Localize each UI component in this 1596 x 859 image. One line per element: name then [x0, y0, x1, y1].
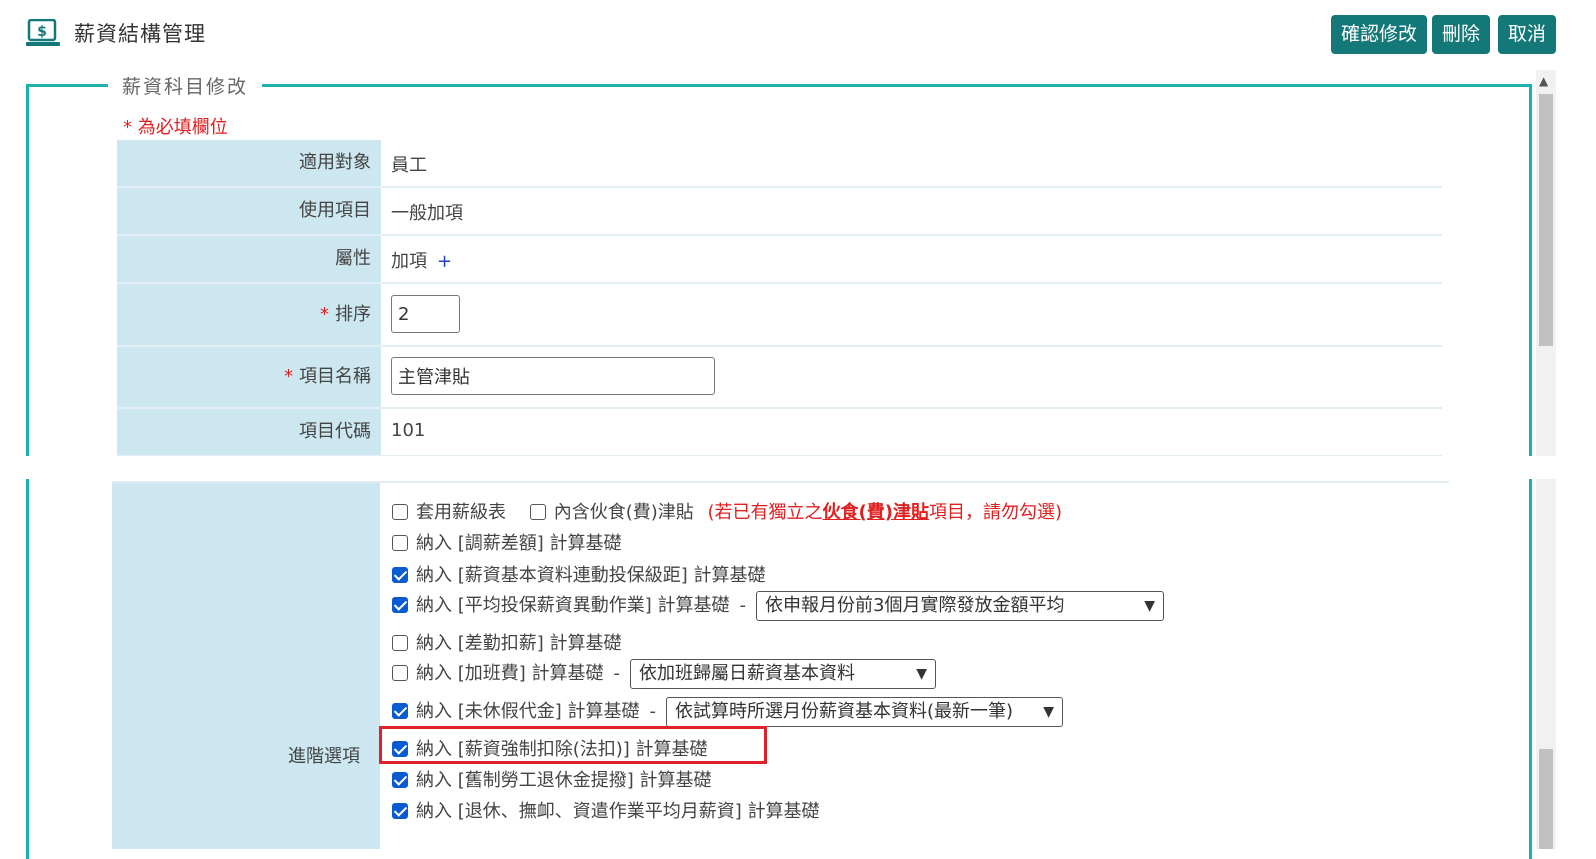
overtime-select[interactable]: 依加班歸屬日薪資基本資料 ▼	[630, 659, 936, 689]
page-title: 薪資結構管理	[74, 22, 206, 46]
label-attribute: 屬性	[117, 236, 381, 282]
chevron-down-icon: ▼	[1043, 704, 1054, 720]
option-text: 納入 [舊制勞工退休金提撥] 計算基礎	[416, 770, 712, 791]
attribute-text: 加項	[391, 251, 427, 272]
label-order: * 排序	[117, 284, 381, 345]
confirm-edit-button[interactable]: 確認修改	[1331, 15, 1428, 54]
scrollbar-thumb[interactable]	[1539, 94, 1553, 346]
value-attribute: 加項 +	[391, 247, 452, 273]
checkbox-unused-leave[interactable]	[392, 703, 408, 719]
label-advanced: 進階選項	[288, 746, 360, 767]
option-text: 納入 [加班費] 計算基礎	[416, 663, 604, 684]
page-header: $ 薪資結構管理 確認修改 刪除 取消	[0, 0, 1596, 68]
option-text: 納入 [平均投保薪資異動作業] 計算基礎	[416, 595, 730, 616]
section-gap	[0, 456, 1596, 479]
item-name-input[interactable]	[391, 357, 715, 395]
row-attribute: 屬性 加項 +	[117, 236, 1442, 284]
required-star: *	[320, 304, 329, 325]
option-row-10: 納入 [退休、撫卹、資遣作業平均月薪資] 計算基礎	[392, 797, 820, 823]
checkbox-meal-allowance[interactable]	[529, 504, 546, 520]
delete-button[interactable]: 刪除	[1432, 15, 1491, 54]
scroll-up-icon[interactable]: ▲	[1539, 74, 1548, 88]
checkbox-insurance-grade[interactable]	[392, 567, 408, 583]
chevron-down-icon: ▼	[1144, 598, 1155, 614]
note-link[interactable]: 伙食(費)津貼	[823, 502, 929, 523]
scrollbar-top[interactable]: ▲	[1536, 70, 1556, 456]
cancel-button[interactable]: 取消	[1498, 15, 1557, 54]
fieldset-legend: 薪資科目修改	[108, 72, 263, 99]
option-row-5: 納入 [差勤扣薪] 計算基礎	[392, 629, 622, 655]
advanced-label-column	[112, 483, 380, 849]
checkbox-overtime[interactable]	[392, 665, 408, 681]
row-usage: 使用項目 一般加項	[117, 188, 1442, 236]
row-target: 適用對象 員工	[117, 140, 1442, 188]
label-code: 項目代碼	[117, 409, 381, 455]
row-order: * 排序	[117, 284, 1442, 347]
required-star: *	[284, 366, 293, 387]
option-row-2: 納入 [調薪差額] 計算基礎	[392, 529, 622, 555]
option-text: 納入 [差勤扣薪] 計算基礎	[416, 633, 622, 654]
value-code: 101	[391, 420, 426, 441]
label-name: * 項目名稱	[117, 347, 381, 407]
checkbox-salary-adjust[interactable]	[392, 535, 408, 551]
checkbox-old-pension[interactable]	[392, 772, 408, 788]
option-text: 納入 [薪資基本資料連動投保級距] 計算基礎	[416, 565, 766, 586]
select-value: 依加班歸屬日薪資基本資料	[639, 663, 855, 684]
chevron-down-icon: ▼	[916, 666, 927, 682]
checkbox-attendance-deduct[interactable]	[392, 635, 408, 651]
checkbox-avg-insured-salary[interactable]	[392, 597, 408, 613]
note-pre: (若已有獨立之	[707, 502, 823, 523]
label-order-text: 排序	[335, 304, 371, 325]
value-usage: 一般加項	[391, 203, 463, 224]
option-text: 納入 [調薪差額] 計算基礎	[416, 533, 622, 554]
dash: -	[613, 663, 621, 684]
option-row-6: 納入 [加班費] 計算基礎 - 依加班歸屬日薪資基本資料 ▼	[392, 659, 936, 689]
scrollbar-thumb[interactable]	[1539, 749, 1553, 849]
plus-sign: +	[437, 251, 453, 272]
meal-allowance-note: (若已有獨立之伙食(費)津貼項目，請勿勾選)	[708, 502, 1063, 523]
label-target: 適用對象	[117, 140, 381, 186]
label-name-text: 項目名稱	[299, 366, 371, 387]
select-value: 依試算時所選月份薪資基本資料(最新一筆)	[675, 701, 1014, 722]
order-input[interactable]	[391, 295, 460, 333]
scrollbar-bottom[interactable]	[1536, 479, 1556, 849]
dash: -	[649, 701, 657, 722]
option-row-4: 納入 [平均投保薪資異動作業] 計算基礎 - 依申報月份前3個月實際發放金額平均 ▼	[392, 591, 1164, 621]
option-row-9: 納入 [舊制勞工退休金提撥] 計算基礎	[392, 766, 712, 792]
value-target: 員工	[391, 155, 427, 176]
row-name: * 項目名稱	[117, 347, 1442, 409]
highlight-box	[379, 726, 767, 764]
option-row-3: 納入 [薪資基本資料連動投保級距] 計算基礎	[392, 561, 766, 587]
avg-salary-select[interactable]: 依申報月份前3個月實際發放金額平均 ▼	[756, 591, 1164, 621]
option-text: 內含伙食(費)津貼	[553, 502, 694, 523]
option-meal-wrap: 內含伙食(費)津貼	[529, 502, 700, 523]
select-value: 依申報月份前3個月實際發放金額平均	[765, 595, 1065, 616]
note-post: 項目，請勿勾選)	[929, 502, 1063, 523]
svg-text:$: $	[37, 24, 47, 40]
unused-leave-select[interactable]: 依試算時所選月份薪資基本資料(最新一筆) ▼	[666, 697, 1063, 727]
salary-icon: $	[26, 19, 60, 46]
checkbox-retirement-avg[interactable]	[392, 803, 408, 819]
option-row-7: 納入 [未休假代金] 計算基礎 - 依試算時所選月份薪資基本資料(最新一筆) ▼	[392, 697, 1063, 727]
dash: -	[739, 595, 747, 616]
option-text: 套用薪級表	[416, 502, 506, 523]
checkbox-salary-scale[interactable]	[392, 504, 408, 520]
row-code: 項目代碼 101	[117, 409, 1442, 457]
required-note: * 為必填欄位	[123, 117, 228, 138]
label-usage: 使用項目	[117, 188, 381, 234]
option-row-1: 套用薪級表 內含伙食(費)津貼 (若已有獨立之伙食(費)津貼項目，請勿勾選)	[392, 498, 1062, 524]
option-text: 納入 [未休假代金] 計算基礎	[416, 701, 640, 722]
option-text: 納入 [退休、撫卹、資遣作業平均月薪資] 計算基礎	[416, 801, 820, 822]
